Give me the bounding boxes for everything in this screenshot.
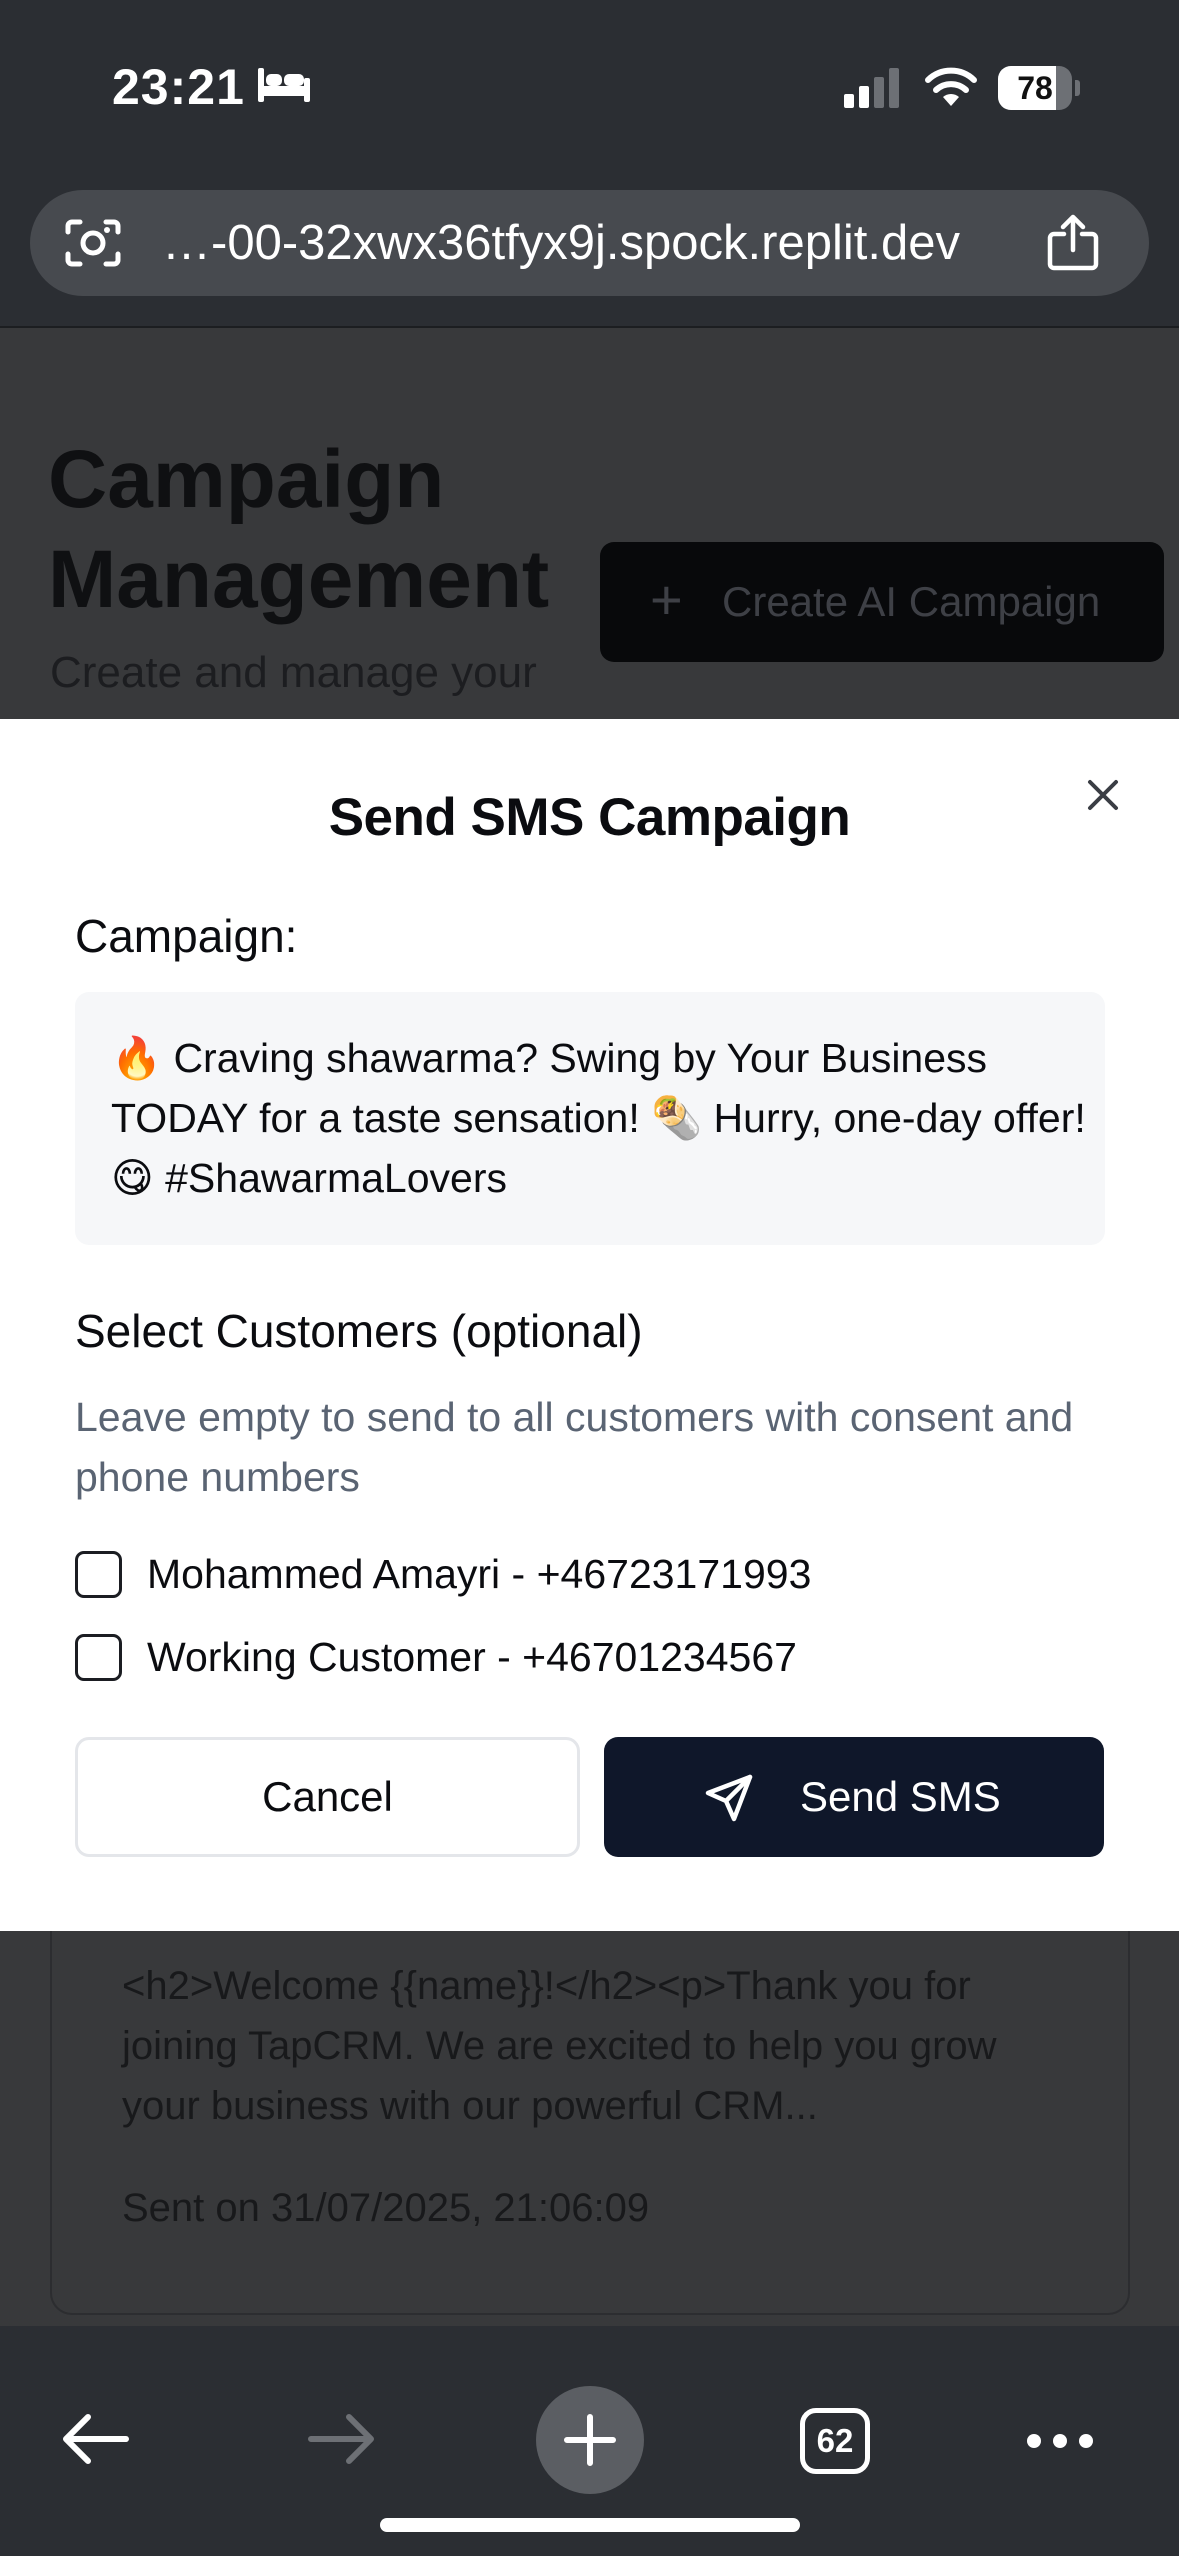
campaign-label: Campaign: bbox=[75, 910, 298, 962]
wifi-icon bbox=[925, 67, 977, 106]
plus-icon bbox=[564, 2414, 616, 2466]
close-icon[interactable] bbox=[1080, 772, 1126, 818]
dialog-title: Send SMS Campaign bbox=[328, 788, 851, 847]
campaign-card-preview: <h2>Welcome {{name}}!</h2><p>Thank you f… bbox=[122, 1964, 997, 2128]
select-customers-label: Select Customers (optional) bbox=[75, 1305, 643, 1357]
scan-icon[interactable] bbox=[64, 218, 122, 268]
campaign-message-box: 🔥 Craving shawarma? Swing by Your Busine… bbox=[75, 992, 1105, 1245]
tabs-icon[interactable]: 62 bbox=[800, 2408, 870, 2474]
select-customers-hint: Leave empty to send to all customers wit… bbox=[75, 1394, 1074, 1500]
back-arrow-icon[interactable] bbox=[58, 2384, 132, 2494]
send-icon bbox=[705, 1774, 753, 1822]
forward-arrow-icon[interactable] bbox=[305, 2384, 379, 2494]
url-text[interactable]: …-00-32xwx36tfyx9j.spock.replit.dev bbox=[162, 190, 960, 296]
bed-icon bbox=[258, 68, 310, 102]
customer-checkbox[interactable] bbox=[75, 1551, 122, 1598]
campaign-card-date: Sent on 31/07/2025, 21:06:09 bbox=[122, 2186, 650, 2230]
more-icon[interactable] bbox=[1024, 2426, 1096, 2456]
customer-label[interactable]: Working Customer - +46701234567 bbox=[147, 1632, 797, 1682]
cancel-button[interactable]: Cancel bbox=[75, 1737, 580, 1857]
cellular-signal-icon bbox=[844, 68, 899, 108]
battery-icon: 78 bbox=[998, 66, 1080, 110]
status-bar: 23:21 78 bbox=[0, 0, 1179, 175]
home-indicator bbox=[380, 2518, 800, 2532]
send-sms-dialog: Send SMS Campaign Campaign: 🔥 Craving sh… bbox=[0, 719, 1179, 1931]
battery-level: 78 bbox=[1017, 70, 1053, 106]
status-time: 23:21 bbox=[112, 59, 245, 115]
page-title: Campaign Management bbox=[48, 434, 550, 625]
address-bar[interactable]: …-00-32xwx36tfyx9j.spock.replit.dev bbox=[30, 190, 1149, 296]
share-icon[interactable] bbox=[1046, 214, 1100, 272]
send-sms-label: Send SMS bbox=[800, 1773, 1001, 1820]
campaign-message: 🔥 Craving shawarma? Swing by Your Busine… bbox=[111, 1035, 1086, 1201]
create-ai-campaign-button: + Create AI Campaign bbox=[600, 542, 1164, 662]
plus-icon: + bbox=[650, 568, 683, 631]
new-tab-button[interactable] bbox=[536, 2386, 644, 2494]
customer-checkbox[interactable] bbox=[75, 1634, 122, 1681]
customer-label[interactable]: Mohammed Amayri - +46723171993 bbox=[147, 1549, 811, 1599]
page-subtitle: Create and manage your bbox=[50, 648, 537, 697]
send-sms-button[interactable]: Send SMS bbox=[604, 1737, 1104, 1857]
